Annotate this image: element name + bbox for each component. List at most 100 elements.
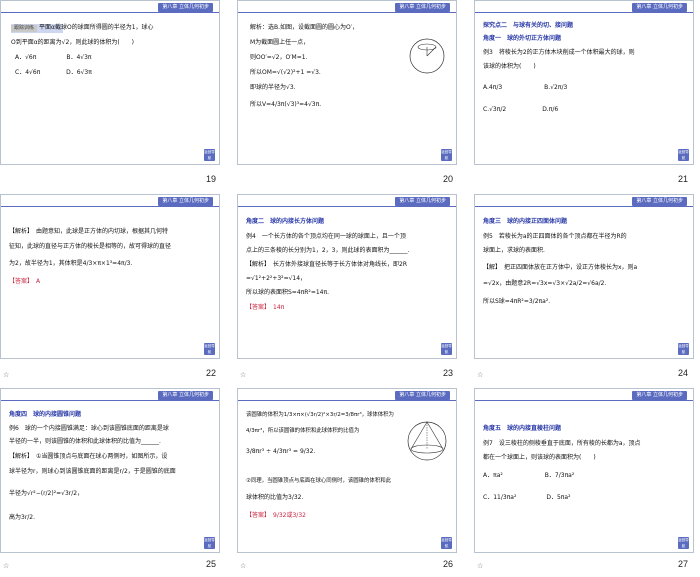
header-divider bbox=[238, 12, 456, 13]
question-line: 点上的三条棱的长分别为1，2，3，则此球的表面积为______. bbox=[246, 247, 410, 254]
header-divider bbox=[475, 206, 693, 207]
solution-line: 所以V=4/3π(√3)³=4√3π. bbox=[250, 101, 322, 108]
star-icon[interactable]: ☆ bbox=[240, 562, 246, 570]
thumbnail-25[interactable]: 第八章 立体几何初步 角度四 球的内接圆锥问题 例6 球的一个内接圆锥满足：球心… bbox=[0, 388, 233, 577]
explanation-line: 4/3πr³，所以该圆锥的体积和此球体积的比值为 bbox=[246, 428, 360, 434]
back-nav-button[interactable]: 返回导航 bbox=[678, 149, 689, 161]
question-line: 半径的一半，则该圆锥的体积和此球体积的比值为______. bbox=[9, 438, 161, 445]
explanation-line: =√1²+2²+3²=√14， bbox=[246, 275, 307, 282]
slide-header: 第八章 立体几何初步 bbox=[395, 391, 450, 400]
back-nav-button[interactable]: 返回导航 bbox=[204, 537, 215, 549]
star-icon[interactable]: ☆ bbox=[477, 562, 483, 570]
thumbnail-27[interactable]: 第八章 立体几何初步 角度五 球的内接直棱柱问题 例7 设三棱柱的侧棱垂直于底面… bbox=[474, 388, 700, 577]
explanation-line: 所以球的表面积S=4πR²=14π. bbox=[246, 289, 330, 296]
slide-number: 19 bbox=[206, 174, 217, 184]
star-icon[interactable]: ☆ bbox=[3, 562, 9, 570]
option-line: C．11/3πa² D．5πa² bbox=[483, 494, 571, 501]
question-line: 例6 球的一个内接圆锥满足：球心到该圆锥底面的距离是球 bbox=[9, 425, 169, 432]
question-line: 例7 设三棱柱的侧棱垂直于底面，所有棱的长都为a，顶点 bbox=[483, 440, 641, 447]
back-nav-button[interactable]: 返回导航 bbox=[678, 537, 689, 549]
thumbnail-24[interactable]: 第八章 立体几何初步 角度三 球的内接正四面体问题 例5 若棱长为a的正四面体的… bbox=[474, 194, 700, 386]
explanation-line: 【解析】 长方体外接球直径长等于长方体体对角线长，即2R bbox=[246, 261, 407, 268]
slide-26: 第八章 立体几何初步 该圆锥的体积为1/3×π×(√3r/2)²×3r/2=3/… bbox=[237, 388, 457, 553]
back-nav-button[interactable]: 返回导航 bbox=[678, 343, 689, 355]
slide-header: 第八章 立体几何初步 bbox=[395, 197, 450, 206]
star-icon[interactable]: ☆ bbox=[3, 371, 9, 379]
subsection-heading: 角度一 球的外切正方体问题 bbox=[483, 35, 562, 42]
slide-header: 第八章 立体几何初步 bbox=[395, 3, 450, 12]
header-divider bbox=[475, 400, 693, 401]
thumbnail-26[interactable]: 第八章 立体几何初步 该圆锥的体积为1/3×π×(√3r/2)²×3r/2=3/… bbox=[237, 388, 470, 577]
thumbnail-23[interactable]: 第八章 立体几何初步 角度二 球的内接长方体问题 例4 一个长方体的各个顶点均在… bbox=[237, 194, 470, 386]
slide-number: 20 bbox=[443, 174, 454, 184]
slide-header: 第八章 立体几何初步 bbox=[158, 391, 213, 400]
solution-line: 所以OM=√(√2)²+1 =√3. bbox=[250, 69, 321, 76]
answer-line: 【答案】 14π bbox=[246, 304, 285, 311]
solution-line: 【解】 把正四面体放在正方体中，设正方体棱长为x，则a bbox=[483, 264, 638, 271]
subsection-heading: 角度二 球的内接长方体问题 bbox=[246, 218, 325, 225]
option-line: A.4π/3 B.√2π/3 bbox=[483, 84, 568, 91]
slide-22: 第八章 立体几何初步 【解析】 由题意知，此球是正方体的内切球，根据其几何特 征… bbox=[0, 194, 220, 359]
explanation-line: 【解析】 ①当圆锥顶点与底面在球心两侧时，如图所示，设 bbox=[9, 453, 168, 460]
explanation-line: 该圆锥的体积为1/3×π×(√3r/2)²×3r/2=3/8πr³，球体体积为 bbox=[246, 412, 394, 418]
slide-24: 第八章 立体几何初步 角度三 球的内接正四面体问题 例5 若棱长为a的正四面体的… bbox=[474, 194, 694, 359]
star-icon[interactable]: ☆ bbox=[240, 371, 246, 379]
sphere-figure bbox=[409, 38, 445, 74]
back-nav-button[interactable]: 返回导航 bbox=[441, 343, 452, 355]
question-line: 例5 若棱长为a的正四面体的各个顶点都在半径为R的 bbox=[483, 233, 627, 240]
star-icon[interactable]: ☆ bbox=[477, 371, 483, 379]
subsection-heading: 角度三 球的内接正四面体问题 bbox=[483, 218, 568, 225]
answer-line: 【答案】 A bbox=[9, 278, 41, 285]
thumbnail-21[interactable]: 第八章 立体几何初步 探究点二 与球有关的切、接问题 角度一 球的外切正方体问题… bbox=[474, 0, 700, 192]
header-divider bbox=[1, 400, 219, 401]
exercise-badge: 跟踪训练 bbox=[11, 25, 38, 32]
back-nav-button[interactable]: 返回导航 bbox=[441, 149, 452, 161]
explanation-line: ②同理，当圆锥顶点与底面在球心同侧时，该圆锥的体积和此 bbox=[246, 478, 391, 484]
question-line: 平面α截球O的球面所得圆的半径为1，球心 bbox=[39, 24, 154, 31]
back-nav-button[interactable]: 返回导航 bbox=[441, 537, 452, 549]
header-divider bbox=[1, 206, 219, 207]
explanation-line: 半径为√r²−(r/2)²=√3r/2， bbox=[9, 490, 84, 497]
question-line: 球面上，求球的表面积. bbox=[483, 247, 545, 254]
back-nav-button[interactable]: 返回导航 bbox=[204, 149, 215, 161]
subsection-heading: 角度五 球的内接直棱柱问题 bbox=[483, 425, 562, 432]
slide-header: 第八章 立体几何初步 bbox=[632, 3, 687, 12]
slide-19: 第八章 立体几何初步 跟踪训练 平面α截球O的球面所得圆的半径为1，球心 O到平面… bbox=[0, 0, 220, 165]
header-divider bbox=[238, 206, 456, 207]
back-nav-button[interactable]: 返回导航 bbox=[204, 343, 215, 355]
question-line: 都在一个球面上，则该球的表面积为( ) bbox=[483, 454, 596, 461]
explanation-line: 为2，故半径为1，其体积是4/3×π×1³=4π/3. bbox=[9, 260, 133, 267]
question-line: 例3 将棱长为2的正方体木块削成一个体积最大的球，则 bbox=[483, 49, 635, 56]
header-divider bbox=[475, 12, 693, 13]
question-line: 例4 一个长方体的各个顶点均在同一球的球面上，且一个顶 bbox=[246, 233, 406, 240]
explanation-line: 征知，此球的直径与正方体的棱长是相等的，故可得球的直径 bbox=[9, 243, 172, 250]
option-line: C.√3π/2 D.π/6 bbox=[483, 106, 559, 113]
slide-number: 24 bbox=[678, 368, 689, 378]
slide-number: 23 bbox=[443, 368, 454, 378]
answer-line: 【答案】 9/32或3/32 bbox=[246, 512, 306, 519]
option-line: A．√6π B．4√3π bbox=[15, 54, 92, 61]
thumbnail-19[interactable]: 第八章 立体几何初步 跟踪训练 平面α截球O的球面所得圆的半径为1，球心 O到平面… bbox=[0, 0, 233, 192]
option-line: C．4√6π D．6√3π bbox=[15, 69, 92, 76]
slide-header: 第八章 立体几何初步 bbox=[632, 197, 687, 206]
explanation-line: 球体积的比值为3/32. bbox=[246, 494, 304, 501]
slide-20: 第八章 立体几何初步 解析：选B.如图，设截面圆的圆心为O′， M为截面圆上任一… bbox=[237, 0, 457, 165]
slide-header: 第八章 立体几何初步 bbox=[158, 197, 213, 206]
explanation-line: 球半径为r，则球心到该圆锥底面的距离是r/2，于是圆锥的底面 bbox=[9, 468, 176, 475]
thumbnail-22[interactable]: 第八章 立体几何初步 【解析】 由题意知，此球是正方体的内切球，根据其几何特 征… bbox=[0, 194, 233, 386]
slide-23: 第八章 立体几何初步 角度二 球的内接长方体问题 例4 一个长方体的各个顶点均在… bbox=[237, 194, 457, 359]
slide-number: 21 bbox=[678, 174, 689, 184]
explanation-line: 高为3r/2. bbox=[9, 514, 36, 521]
solution-line: =√2x，由题意2R=√3x=√3×√2a/2=√6a/2. bbox=[483, 280, 607, 287]
subsection-heading: 角度四 球的内接圆锥问题 bbox=[9, 411, 82, 418]
explanation-line: 【解析】 由题意知，此球是正方体的内切球，根据其几何特 bbox=[9, 228, 169, 235]
slide-header: 第八章 立体几何初步 bbox=[632, 391, 687, 400]
slide-header: 第八章 立体几何初步 bbox=[158, 3, 213, 12]
header-divider bbox=[238, 400, 456, 401]
slide-number: 22 bbox=[206, 368, 217, 378]
question-line: O到平面α的距离为√2，则此球的体积为( ) bbox=[11, 39, 135, 46]
solution-line: 解析：选B.如图，设截面圆的圆心为O′， bbox=[250, 24, 359, 31]
thumbnail-20[interactable]: 第八章 立体几何初步 解析：选B.如图，设截面圆的圆心为O′， M为截面圆上任一… bbox=[237, 0, 470, 192]
slide-number: 25 bbox=[206, 559, 217, 569]
header-divider bbox=[1, 12, 219, 13]
